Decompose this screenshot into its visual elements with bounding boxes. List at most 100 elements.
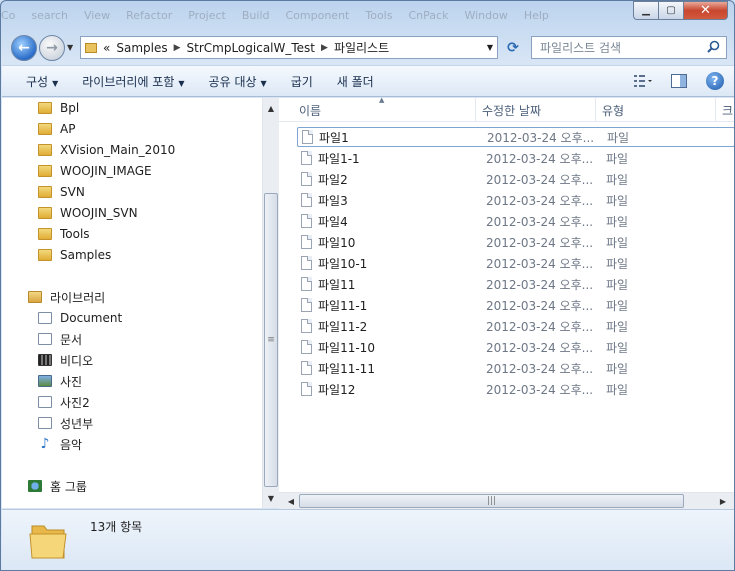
forward-button[interactable]: →: [39, 35, 65, 61]
recent-pages-dropdown[interactable]: ▼: [67, 43, 73, 52]
document-icon: [38, 333, 52, 345]
folder-icon: [85, 42, 97, 53]
file-name: 파일1-1: [318, 151, 360, 166]
file-row[interactable]: 파일11 2012-03-24 오후... 파일: [297, 274, 734, 294]
file-type: 파일: [607, 130, 630, 145]
nav-folder-label: WOOJIN_SVN: [60, 206, 138, 220]
nav-library-item[interactable]: 문서: [38, 329, 82, 349]
nav-library-item[interactable]: 비디오: [38, 350, 93, 370]
nav-library-item[interactable]: 성년부: [38, 413, 93, 433]
item-count: 13개 항목: [90, 520, 143, 534]
nav-folder-samples[interactable]: Samples: [38, 245, 111, 265]
search-icon[interactable]: [707, 40, 720, 53]
view-tools: ?: [617, 72, 725, 90]
burn-button[interactable]: 굽기: [291, 73, 313, 90]
column-type[interactable]: 유형: [602, 102, 624, 119]
chevron-down-icon: ▼: [260, 78, 267, 88]
file-row[interactable]: 파일4 2012-03-24 오후... 파일: [297, 211, 734, 231]
column-more[interactable]: 크: [722, 102, 733, 119]
column-divider[interactable]: [595, 98, 596, 122]
file-row[interactable]: 파일2 2012-03-24 오후... 파일: [297, 169, 734, 189]
nav-folder-ap[interactable]: AP: [38, 119, 75, 139]
close-button[interactable]: ✕: [684, 1, 728, 20]
nav-folder-tools[interactable]: Tools: [38, 224, 90, 244]
file-row[interactable]: 파일11-10 2012-03-24 오후... 파일: [297, 337, 734, 357]
nav-library-item[interactable]: ♪ 음악: [38, 434, 83, 454]
chevron-right-icon[interactable]: ▶: [321, 43, 328, 53]
nav-folder-woojin-svn[interactable]: WOOJIN_SVN: [38, 203, 138, 223]
file-name: 파일10-1: [318, 256, 368, 271]
scroll-up-icon[interactable]: ▲: [263, 100, 279, 116]
column-divider[interactable]: [715, 98, 716, 122]
organize-button[interactable]: 구성 ▼: [26, 73, 58, 90]
column-name[interactable]: 이름: [299, 102, 321, 119]
file-date: 2012-03-24 오후...: [486, 382, 594, 397]
file-row[interactable]: 파일10-1 2012-03-24 오후... 파일: [297, 253, 734, 273]
scroll-down-icon[interactable]: ▼: [263, 490, 279, 506]
help-button[interactable]: ?: [705, 72, 725, 90]
file-type: 파일: [606, 193, 629, 208]
nav-folder-woojin-image[interactable]: WOOJIN_IMAGE: [38, 161, 152, 181]
nav-folder-xvision[interactable]: XVision_Main_2010: [38, 140, 175, 160]
scroll-thumb[interactable]: ≡: [264, 193, 278, 487]
chevron-right-icon[interactable]: ▶: [174, 43, 181, 53]
maximize-button[interactable]: ▢: [659, 1, 684, 20]
folder-icon: [38, 144, 52, 156]
file-row[interactable]: 파일11-2 2012-03-24 오후... 파일: [297, 316, 734, 336]
nav-library-item[interactable]: 사진2: [38, 392, 90, 412]
nav-libraries[interactable]: 라이브러리: [28, 287, 105, 307]
address-bar[interactable]: « Samples ▶ StrCmpLogicalW_Test ▶ 파일리스트 …: [80, 36, 498, 59]
file-type: 파일: [606, 382, 629, 397]
file-type: 파일: [606, 214, 629, 229]
file-type: 파일: [606, 340, 629, 355]
nav-homegroup[interactable]: 홈 그룹: [28, 476, 87, 496]
file-row[interactable]: 파일10 2012-03-24 오후... 파일: [297, 232, 734, 252]
help-icon: ?: [706, 72, 724, 90]
column-date[interactable]: 수정한 날짜: [482, 102, 541, 119]
file-icon: [301, 277, 312, 291]
nav-library-item[interactable]: Document: [38, 308, 122, 328]
search-placeholder: 파일리스트 검색: [540, 41, 622, 55]
view-options-icon[interactable]: [633, 72, 653, 90]
new-folder-button[interactable]: 새 폴더: [337, 73, 374, 90]
crumb-strcmp[interactable]: StrCmpLogicalW_Test: [187, 41, 316, 55]
address-overflow[interactable]: «: [103, 41, 110, 55]
ghost-menu-item: CnPack: [408, 9, 449, 22]
nav-folder-bpl[interactable]: Bpl: [38, 98, 79, 118]
nav-libraries-label: 라이브러리: [50, 290, 106, 305]
refresh-button[interactable]: ⟳: [501, 36, 525, 59]
horizontal-scrollbar[interactable]: ◀ ||| ▶: [279, 492, 734, 509]
details-pane: 13개 항목: [2, 509, 734, 570]
file-row[interactable]: 파일1 2012-03-24 오후... 파일: [297, 127, 734, 147]
back-button[interactable]: ←: [11, 35, 37, 61]
scroll-right-icon[interactable]: ▶: [715, 493, 731, 509]
file-icon: [301, 256, 312, 270]
file-row[interactable]: 파일11-1 2012-03-24 오후... 파일: [297, 295, 734, 315]
minimize-button[interactable]: ▁: [633, 1, 659, 20]
nav-folder-svn[interactable]: SVN: [38, 182, 85, 202]
preview-pane-icon[interactable]: [669, 72, 689, 90]
scroll-left-icon[interactable]: ◀: [283, 493, 299, 509]
column-divider[interactable]: [475, 98, 476, 122]
nav-vertical-scrollbar[interactable]: ▲ ≡ ▼: [262, 98, 279, 508]
search-box[interactable]: 파일리스트 검색: [531, 36, 727, 59]
nav-folder-label: Tools: [60, 227, 90, 241]
address-dropdown-icon[interactable]: ▼: [487, 43, 493, 52]
file-date: 2012-03-24 오후...: [486, 193, 594, 208]
title-bar[interactable]: Co search View Refactor Project Build Componen…: [1, 1, 734, 31]
file-row[interactable]: 파일3 2012-03-24 오후... 파일: [297, 190, 734, 210]
scroll-thumb[interactable]: |||: [299, 494, 684, 508]
file-row[interactable]: 파일11-11 2012-03-24 오후... 파일: [297, 358, 734, 378]
share-button[interactable]: 공유 대상 ▼: [209, 73, 267, 90]
include-library-button[interactable]: 라이브러리에 포함 ▼: [82, 73, 184, 90]
file-row[interactable]: 파일12 2012-03-24 오후... 파일: [297, 379, 734, 399]
nav-library-label: Document: [60, 311, 123, 325]
file-type: 파일: [606, 298, 629, 313]
crumb-samples[interactable]: Samples: [116, 41, 167, 55]
nav-library-item[interactable]: 사진: [38, 371, 82, 391]
file-icon: [301, 151, 312, 165]
file-row[interactable]: 파일1-1 2012-03-24 오후... 파일: [297, 148, 734, 168]
crumb-filelist[interactable]: 파일리스트: [334, 39, 389, 56]
file-icon: [301, 193, 312, 207]
caption-buttons: ▁ ▢ ✕: [633, 1, 728, 20]
